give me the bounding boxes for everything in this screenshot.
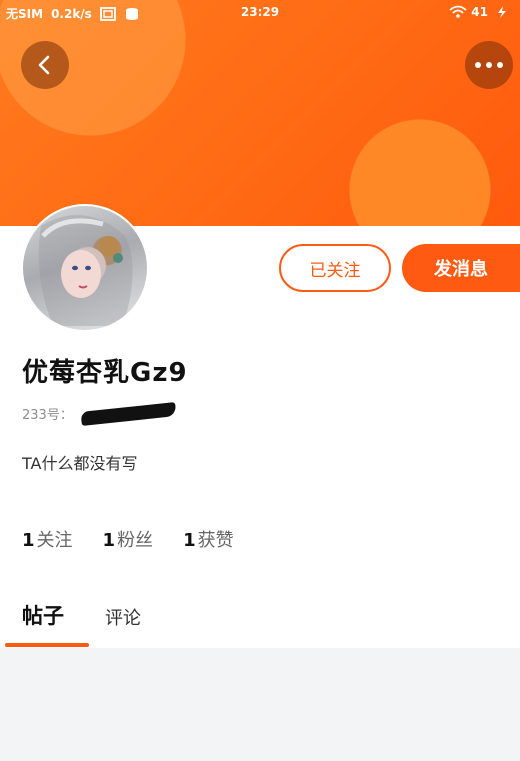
profile-tabs: 帖子 评论 — [0, 596, 520, 648]
tab-posts[interactable]: 帖子 — [22, 600, 64, 630]
wifi-icon — [449, 5, 467, 19]
user-id-row: 233号： — [22, 401, 177, 426]
username: 优莓杏乳Gz9 — [22, 358, 188, 388]
status-time: 23:29 — [240, 5, 280, 19]
avatar-illustration — [38, 215, 133, 326]
more-horizontal-icon — [475, 62, 503, 68]
bio-text: TA什么都没有写 — [22, 454, 138, 473]
tab-comments[interactable]: 评论 — [105, 604, 141, 630]
more-options-button[interactable] — [465, 41, 513, 89]
send-message-button[interactable]: 发消息 — [402, 244, 520, 292]
stat-fans-count: 1 — [102, 530, 116, 551]
chevron-left-icon — [38, 55, 50, 75]
followed-button[interactable]: 已关注 — [279, 244, 391, 292]
stat-fans[interactable]: 1 粉丝 — [103, 526, 154, 552]
stat-likes-count: 1 — [183, 530, 196, 551]
avatar[interactable] — [21, 204, 149, 332]
stat-likes: 1 获赞 — [183, 526, 234, 552]
stat-following[interactable]: 1 关注 — [22, 526, 73, 552]
status-right: 41 — [449, 5, 510, 19]
stat-likes-label: 获赞 — [197, 530, 234, 551]
stat-following-count: 1 — [22, 530, 35, 551]
active-tab-indicator — [5, 643, 89, 647]
battery-charging-icon — [494, 5, 510, 19]
send-message-button-label: 发消息 — [434, 259, 488, 280]
avatar-image — [23, 206, 147, 330]
posts-content-area — [0, 648, 520, 761]
profile-stats: 1 关注 1 粉丝 1 获赞 — [22, 526, 234, 552]
user-id-label: 233号： — [22, 408, 73, 423]
profile-banner — [0, 0, 520, 226]
stat-fans-label: 粉丝 — [117, 530, 154, 551]
status-bar: 无SIM 0.2k/s 23:29 41 — [0, 0, 520, 26]
stat-following-label: 关注 — [36, 530, 73, 551]
followed-button-label: 已关注 — [309, 260, 361, 281]
redacted-id — [80, 401, 177, 426]
battery-level: 41 — [471, 5, 488, 19]
back-button[interactable] — [21, 41, 69, 89]
